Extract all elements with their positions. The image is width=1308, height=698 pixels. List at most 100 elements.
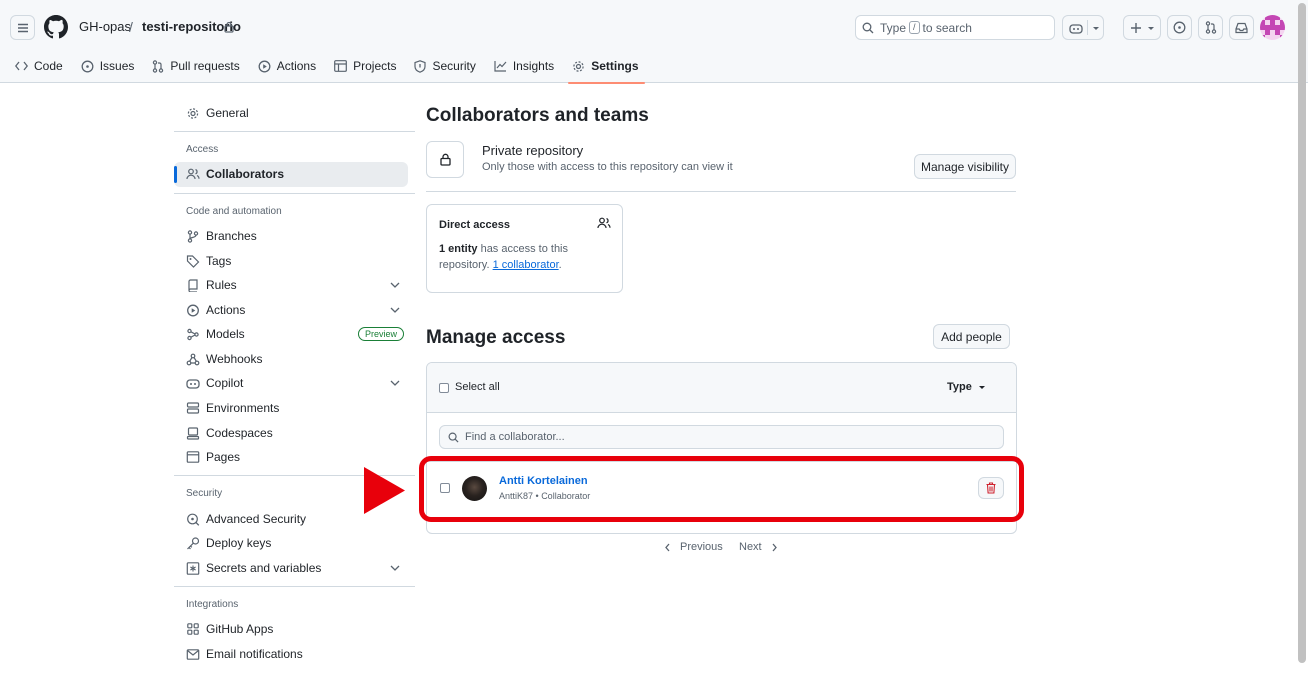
sidebar-divider [174, 586, 415, 587]
repo-push-icon [188, 278, 198, 292]
server-icon [186, 402, 200, 414]
chevron-down-icon[interactable] [390, 379, 400, 387]
repo-header: GH-opas / testi-repositorio Type / to se… [0, 0, 1308, 84]
annotation-arrow-icon [364, 467, 405, 514]
sidebar-divider [174, 193, 415, 194]
asterisk-icon [186, 561, 200, 575]
find-collaborator-input[interactable]: Find a collaborator... [439, 425, 1004, 449]
tab-issues[interactable]: Issues [81, 51, 135, 81]
tab-pull-requests[interactable]: Pull requests [152, 51, 240, 81]
plus-icon [1130, 22, 1141, 33]
sidebar-item-models[interactable]: Models [186, 324, 245, 344]
private-repo-description: Only those with access to this repositor… [482, 161, 733, 173]
key-icon [187, 536, 200, 549]
github-logo-icon[interactable] [44, 15, 68, 39]
hamburger-icon [17, 23, 28, 32]
sidebar-item-copilot[interactable]: Copilot [186, 373, 243, 393]
table-header: Select all Type [427, 363, 1016, 413]
sidebar-item-secrets-variables[interactable]: Secrets and variables [186, 558, 321, 578]
chevron-down-icon[interactable] [390, 564, 400, 572]
menu-button[interactable] [10, 15, 35, 40]
play-icon [187, 304, 199, 316]
type-filter-label: Type [947, 381, 972, 393]
sidebar-item-pages[interactable]: Pages [186, 447, 240, 467]
sidebar-item-environments[interactable]: Environments [186, 398, 279, 418]
sidebar-item-tags[interactable]: Tags [186, 251, 231, 271]
table-icon [334, 60, 348, 72]
sidebar-item-rules[interactable]: Rules [186, 275, 237, 295]
sidebar-item-label: Actions [206, 303, 246, 317]
search-icon [862, 22, 874, 33]
tab-insights[interactable]: Insights [494, 51, 554, 81]
issue-opened-icon [81, 60, 94, 72]
direct-access-description: 1 entity has access to this repository. … [439, 241, 614, 273]
sidebar-item-label: Secrets and variables [206, 561, 322, 575]
inbox-icon [1235, 22, 1248, 33]
tab-actions[interactable]: Actions [258, 51, 316, 81]
pagination-next[interactable]: Next [739, 541, 778, 553]
sidebar-item-github-apps[interactable]: GitHub Apps [186, 619, 273, 639]
chevron-left-icon [665, 543, 670, 551]
sidebar-item-label: Copilot [206, 376, 244, 390]
pull-requests-button[interactable] [1198, 15, 1223, 40]
sidebar-item-webhooks[interactable]: Webhooks [186, 349, 262, 369]
tab-label: Pull requests [170, 59, 240, 73]
chevron-down-icon[interactable] [390, 306, 400, 314]
sidebar-heading-code-automation: Code and automation [186, 206, 282, 217]
tab-projects[interactable]: Projects [334, 51, 396, 81]
sidebar-item-deploy-keys[interactable]: Deploy keys [186, 533, 271, 553]
select-all-checkbox[interactable] [439, 383, 449, 393]
direct-access-title: Direct access [439, 219, 510, 231]
sidebar-item-codespaces[interactable]: Codespaces [186, 423, 273, 443]
tab-settings[interactable]: Settings [568, 51, 645, 84]
sidebar-item-collaborators[interactable]: Collaborators [186, 164, 284, 184]
type-filter-dropdown[interactable]: Type [947, 381, 986, 393]
inbox-button[interactable] [1229, 15, 1254, 40]
entity-count: 1 entity [439, 243, 478, 255]
chevron-down-icon[interactable] [390, 281, 400, 289]
pagination-previous[interactable]: Previous [664, 541, 723, 553]
sidebar-item-branches[interactable]: Branches [186, 226, 257, 246]
sidebar-item-advanced-security[interactable]: Advanced Security [186, 509, 306, 529]
lock-icon [224, 21, 234, 33]
gear-icon [573, 60, 584, 72]
tab-label: Issues [99, 59, 135, 73]
sidebar-item-label: Webhooks [206, 352, 263, 366]
sidebar-heading-security: Security [186, 488, 223, 499]
breadcrumb-owner[interactable]: GH-opas [79, 19, 131, 34]
tab-label: Code [34, 59, 63, 73]
direct-access-text: has access to this [477, 243, 569, 255]
sidebar-heading-integrations: Integrations [186, 599, 239, 610]
issues-button[interactable] [1167, 15, 1192, 40]
sidebar-item-label: Branches [206, 229, 257, 243]
collaborator-count-link[interactable]: 1 collaborator [493, 259, 559, 271]
sidebar-heading-access: Access [186, 144, 219, 155]
copilot-button[interactable] [1062, 15, 1104, 40]
search-input[interactable]: Type / to search [855, 15, 1055, 40]
chevron-right-icon [772, 543, 777, 551]
chevron-down-icon [978, 386, 985, 389]
sidebar-item-general[interactable]: General [186, 103, 249, 123]
sidebar-item-label: Environments [206, 401, 280, 415]
mail-icon [186, 648, 200, 660]
browser-icon [186, 451, 200, 463]
tab-label: Actions [276, 59, 317, 73]
tab-code[interactable]: Code [15, 51, 63, 81]
lock-icon [439, 153, 451, 166]
avatar[interactable] [1260, 15, 1285, 40]
create-new-button[interactable] [1123, 15, 1161, 40]
tab-security[interactable]: Security [414, 51, 476, 81]
manage-visibility-button[interactable]: Manage visibility [914, 154, 1016, 179]
sidebar-item-email-notifications[interactable]: Email notifications [186, 644, 303, 664]
repo-tabs: Code Issues Pull requests Actions Projec… [0, 50, 657, 84]
sidebar-item-label: Models [206, 327, 245, 341]
codespaces-icon [186, 426, 200, 440]
search-shortcut-key: / [909, 21, 920, 34]
breadcrumb-separator: / [129, 19, 133, 35]
sidebar-item-label: General [206, 106, 249, 120]
sidebar-item-actions[interactable]: Actions [186, 300, 245, 320]
gear-icon [187, 107, 199, 119]
add-people-button[interactable]: Add people [933, 324, 1010, 349]
page-scrollbar[interactable] [1298, 3, 1306, 663]
search-suffix: to search [922, 20, 972, 35]
